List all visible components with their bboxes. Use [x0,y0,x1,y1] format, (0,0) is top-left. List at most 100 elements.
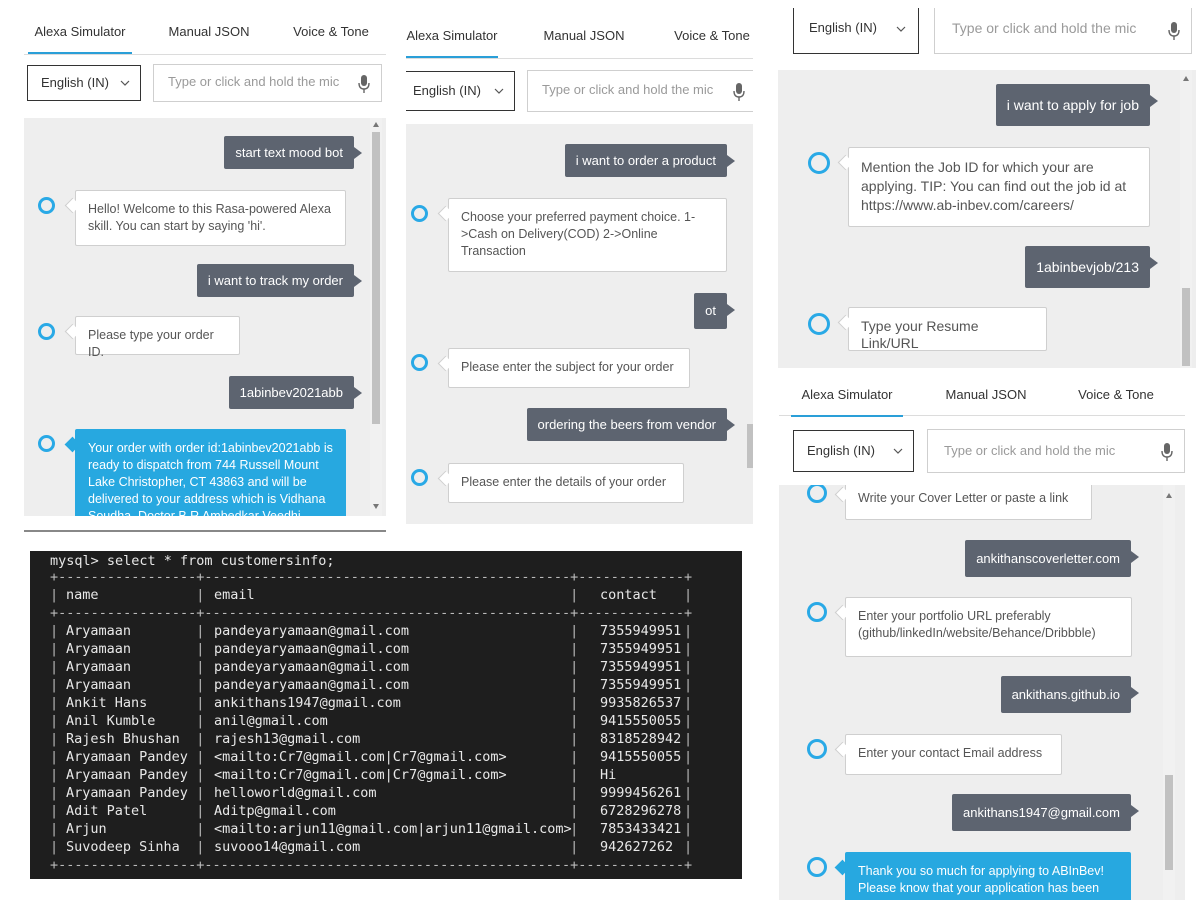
tab-manual-json[interactable]: Manual JSON [164,12,254,52]
alexa-ring-icon [411,469,428,486]
simulator-panel-apply-job: English (IN) i want to apply for job Men… [778,8,1196,368]
alexa-ring-icon [807,739,827,759]
column-header-name: name [66,587,99,603]
cell-contact: 7853433421 [600,821,682,837]
mic-icon[interactable] [732,82,746,102]
user-message: start text mood bot [224,136,362,169]
column-header-contact: contact [600,587,657,603]
cell-name: Anil Kumble [66,713,156,729]
tab-voice-tone[interactable]: Voice & Tone [286,12,376,52]
tab-bar: Alexa Simulator Manual JSON Voice & Tone [406,16,753,59]
utterance-input-box[interactable] [934,8,1192,54]
cell-contact: 942627262 [600,839,674,855]
cell-contact: 7355949951 [600,659,682,675]
tab-voice-tone[interactable]: Voice & Tone [668,16,753,56]
cell-email: Aditp@gmail.com [214,803,336,819]
chat-scrollbar[interactable] [747,124,753,524]
chat-log: i want to apply for job Mention the Job … [778,70,1196,368]
language-select[interactable]: English (IN) [793,8,919,54]
column-header-email: email [214,587,255,603]
utterance-input[interactable] [950,19,1154,37]
cell-email: pandeyaryamaan@gmail.com [214,659,410,675]
chat-log: i want to order a product Choose your pr… [406,124,753,524]
cell-email: suvooo14@gmail.com [214,839,361,855]
tab-voice-tone[interactable]: Voice & Tone [1071,375,1161,415]
utterance-input-box[interactable] [927,429,1185,473]
cell-email: rajesh13@gmail.com [214,731,361,747]
alexa-ring-icon [807,602,827,622]
cell-email: pandeyaryamaan@gmail.com [214,623,410,639]
language-select[interactable]: English (IN) [793,430,914,472]
utterance-input[interactable] [540,81,722,98]
user-message: 1abinbev2021abb [228,376,363,409]
chat-scrollbar[interactable] [370,118,382,516]
alexa-message: Write your Cover Letter or paste a link [845,485,1092,520]
mysql-terminal: mysql> select * from customersinfo; +---… [30,551,742,879]
cell-name: Ankit Hans [66,695,148,711]
cell-contact: 7355949951 [600,677,682,693]
cell-contact: 7355949951 [600,623,682,639]
scroll-up-arrow[interactable] [1183,76,1189,81]
chat-log: start text mood bot Hello! Welcome to th… [24,118,386,516]
utterance-input[interactable] [942,442,1146,459]
alexa-ring-icon [808,152,830,174]
cell-contact: 6728296278 [600,803,682,819]
user-message: ankithans1947@gmail.com [951,794,1140,831]
mic-icon[interactable] [357,74,371,94]
tab-manual-json[interactable]: Manual JSON [939,375,1033,415]
language-select[interactable]: English (IN) [27,65,141,101]
utterance-input[interactable] [166,73,348,90]
user-message: i want to apply for job [995,84,1159,126]
cell-contact: 9415550055 [600,749,682,765]
alexa-message: Please enter the details of your order [448,463,684,503]
alexa-message: Type your Resume Link/URL [848,307,1047,351]
alexa-ring-icon [808,313,830,335]
cell-email: pandeyaryamaan@gmail.com [214,677,410,693]
mic-icon[interactable] [1167,21,1181,41]
scrollbar-thumb[interactable] [1165,775,1173,870]
cell-name: Aryamaan Pandey [66,767,188,783]
scrollbar-thumb[interactable] [747,424,753,468]
chat-scrollbar[interactable] [1180,70,1192,368]
cell-contact: 8318528942 [600,731,682,747]
cell-contact: 9999456261 [600,785,682,801]
user-message: 1abinbevjob/213 [1025,246,1158,288]
chevron-down-icon [893,448,903,454]
scrollbar-thumb[interactable] [372,132,380,424]
table-border: +-----------------+---------------------… [50,857,693,873]
scrollbar-thumb[interactable] [1182,288,1190,366]
chevron-down-icon [120,80,130,86]
alexa-message: Please enter the subject for your order [448,348,690,388]
mic-icon[interactable] [1160,442,1174,462]
cell-email: <mailto:arjun11@gmail.com|arjun11@gmail.… [214,821,572,837]
language-select[interactable]: English (IN) [406,71,515,111]
tab-alexa-simulator[interactable]: Alexa Simulator [406,16,498,58]
alexa-message-highlighted: Your order with order id:1abinbev2021abb… [75,429,346,516]
utterance-input-box[interactable] [153,64,382,102]
alexa-message: Please type your order ID. [75,316,240,359]
mysql-prompt: mysql> select * from customersinfo; [50,553,335,569]
user-message: ordering the beers from vendor [526,408,736,441]
chat-log: Write your Cover Letter or paste a link … [779,485,1185,900]
tab-manual-json[interactable]: Manual JSON [538,16,630,56]
cell-email: <mailto:Cr7@gmail.com|Cr7@gmail.com> [214,749,507,765]
chat-scrollbar[interactable] [1163,485,1175,900]
cell-name: Aryamaan Pandey [66,749,188,765]
user-message: ot [694,293,735,329]
utterance-input-box[interactable] [527,70,753,112]
tab-alexa-simulator[interactable]: Alexa Simulator [791,375,903,417]
cell-email: helloworld@gmail.com [214,785,377,801]
user-message: ankithans.github.io [1000,676,1140,713]
language-value: English (IN) [807,443,875,458]
alexa-ring-icon [411,354,428,371]
cell-name: Aryamaan [66,659,132,675]
scroll-down-arrow[interactable] [373,504,379,509]
language-value: English (IN) [413,83,481,98]
scroll-up-arrow[interactable] [373,122,379,127]
user-message: i want to track my order [196,264,363,297]
user-message: ankithanscoverletter.com [965,540,1139,577]
cell-contact: 9935826537 [600,695,682,711]
language-value: English (IN) [809,20,877,35]
scroll-up-arrow[interactable] [1166,493,1172,498]
tab-alexa-simulator[interactable]: Alexa Simulator [28,12,132,54]
